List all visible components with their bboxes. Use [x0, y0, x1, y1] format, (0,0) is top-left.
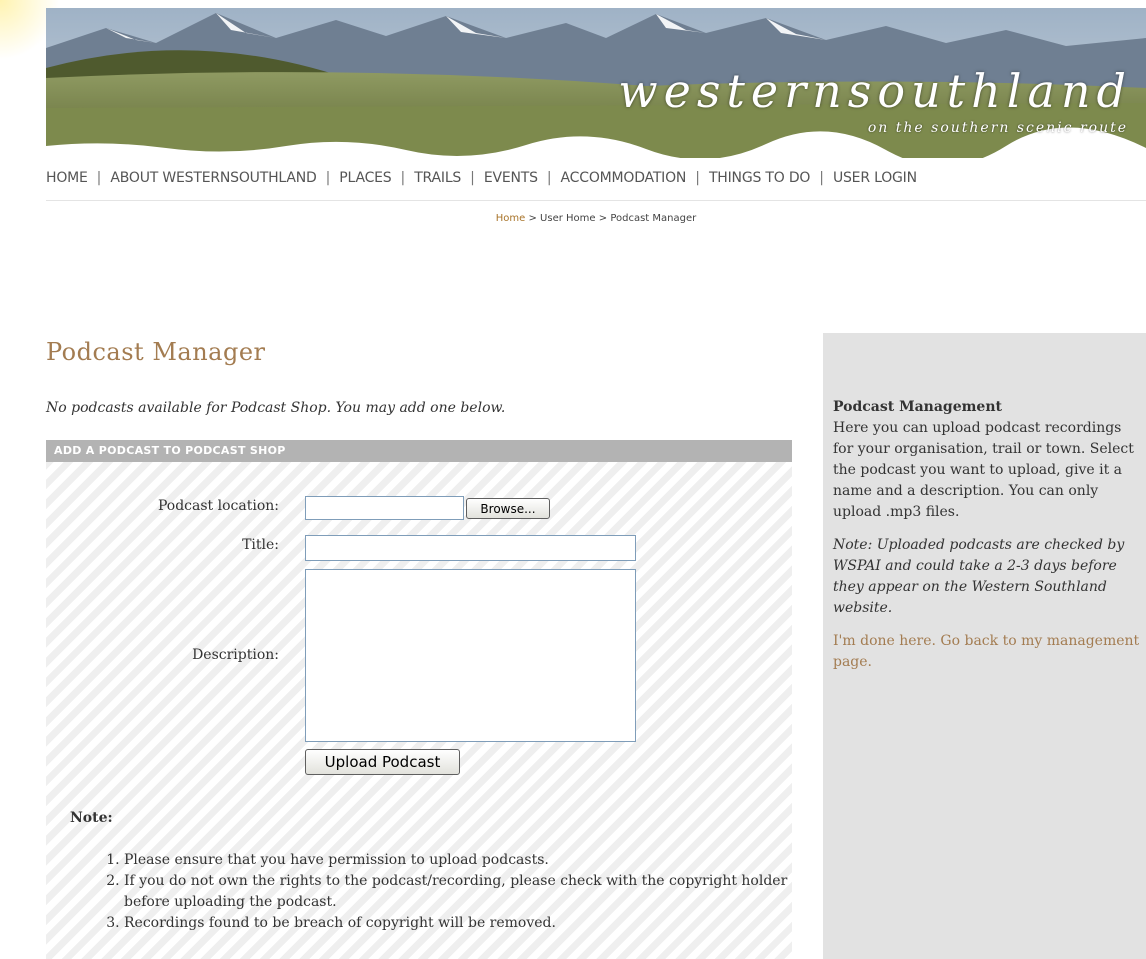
browse-button[interactable]: Browse... [466, 498, 550, 519]
nav-item-about[interactable]: ABOUT WESTERNSOUTHLAND [110, 170, 316, 186]
title-label: Title: [242, 537, 279, 553]
breadcrumb-separator: > [528, 213, 537, 224]
sidebar-description: Here you can upload podcast recordings f… [833, 420, 1134, 520]
note-heading: Note: [70, 810, 113, 826]
breadcrumb-user-home[interactable]: User Home [540, 213, 596, 224]
note-list: Please ensure that you have permission t… [104, 850, 804, 934]
site-logo[interactable]: westernsouthland on the southern scenic … [618, 64, 1138, 154]
breadcrumb: Home > User Home > Podcast Manager [0, 213, 1146, 224]
sidebar: Podcast Management Here you can upload p… [823, 333, 1146, 959]
page-title: Podcast Manager [46, 338, 266, 366]
nav-divider [46, 200, 1146, 201]
title-input[interactable] [305, 535, 636, 561]
nav-separator: | [96, 170, 102, 186]
nav-separator: | [470, 170, 475, 186]
nav-item-trails[interactable]: TRAILS [414, 170, 461, 186]
description-textarea[interactable] [305, 569, 636, 742]
nav-item-things-to-do[interactable]: THINGS TO DO [709, 170, 810, 186]
nav-item-places[interactable]: PLACES [339, 170, 391, 186]
sidebar-note: Note: Uploaded podcasts are checked by W… [833, 537, 1125, 616]
note-item: If you do not own the rights to the podc… [124, 871, 804, 913]
back-to-management-link[interactable]: I'm done here. Go back to my management … [833, 633, 1139, 670]
nav-separator: | [695, 170, 700, 186]
header-banner: westernsouthland on the southern scenic … [46, 8, 1146, 158]
podcast-location-label: Podcast location: [157, 498, 279, 514]
note-item: Recordings found to be breach of copyrig… [124, 913, 804, 934]
nav-item-user-login[interactable]: USER LOGIN [833, 170, 917, 186]
nav-separator: | [546, 170, 552, 186]
breadcrumb-home-link[interactable]: Home [496, 213, 526, 224]
nav-item-home[interactable]: HOME [46, 170, 88, 186]
logo-wordmark: westernsouthland [618, 64, 1132, 118]
panel-header: ADD A PODCAST TO PODCAST SHOP [46, 440, 792, 462]
nav-separator: | [819, 170, 824, 186]
breadcrumb-separator: > [598, 213, 608, 224]
breadcrumb-current: Podcast Manager [610, 213, 697, 224]
nav-item-events[interactable]: EVENTS [484, 170, 538, 186]
sidebar-title: Podcast Management [833, 399, 1002, 415]
sidebar-content: Podcast Management Here you can upload p… [833, 397, 1141, 673]
note-item: Please ensure that you have permission t… [124, 850, 804, 871]
nav-item-accommodation[interactable]: ACCOMMODATION [561, 170, 687, 186]
logo-tagline: on the southern scenic route [867, 120, 1128, 136]
podcast-location-input[interactable] [305, 496, 464, 520]
nav-separator: | [400, 170, 406, 186]
description-label: Description: [192, 647, 279, 663]
add-podcast-panel: ADD A PODCAST TO PODCAST SHOP Podcast lo… [46, 440, 792, 959]
main-nav: HOME | ABOUT WESTERNSOUTHLAND | PLACES | TRAIL… [46, 170, 1146, 192]
nav-separator: | [325, 170, 331, 186]
upload-podcast-button[interactable]: Upload Podcast [305, 749, 460, 775]
intro-text: No podcasts available for Podcast Shop. … [46, 400, 506, 416]
